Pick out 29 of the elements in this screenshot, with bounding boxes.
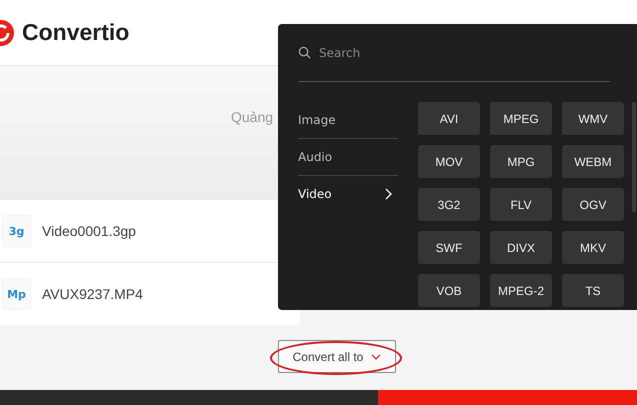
file-name: AVUX9237.MP4 (42, 286, 143, 302)
caret-icon (371, 354, 382, 360)
category-item[interactable]: Image (298, 102, 398, 139)
format-option[interactable]: MPG (490, 145, 552, 178)
format-option[interactable]: WMV (562, 102, 624, 135)
format-option[interactable]: WEBM (562, 145, 624, 178)
format-option[interactable]: TS (562, 274, 624, 307)
category-item[interactable]: Audio (298, 139, 398, 176)
banner-text: Quảng (231, 109, 274, 125)
format-option[interactable]: DIVX (490, 231, 552, 264)
search-field[interactable]: Search (317, 44, 521, 60)
format-option[interactable]: MPEG (490, 102, 552, 135)
format-option[interactable]: MPEG-2 (490, 274, 552, 307)
logo-text[interactable]: Convertio (22, 19, 130, 46)
format-option[interactable]: MKV (562, 231, 624, 264)
file-name: Video0001.3gp (42, 223, 136, 239)
file-type-badge: Mp (3, 279, 30, 309)
convert-all-button[interactable]: Convert all to (278, 340, 396, 373)
category-item[interactable]: Video (298, 176, 398, 212)
format-option[interactable]: AVI (418, 102, 480, 135)
format-option[interactable]: SWF (418, 231, 480, 264)
search-icon (298, 46, 311, 59)
chevron-right-icon (385, 188, 392, 200)
format-option[interactable]: MOV (418, 145, 480, 178)
format-option[interactable]: 3G2 (418, 188, 480, 221)
format-option[interactable]: VOB (418, 274, 480, 307)
file-type-badge: 3g (3, 216, 30, 246)
format-option[interactable]: OGV (562, 188, 624, 221)
format-option[interactable]: FLV (490, 188, 552, 221)
